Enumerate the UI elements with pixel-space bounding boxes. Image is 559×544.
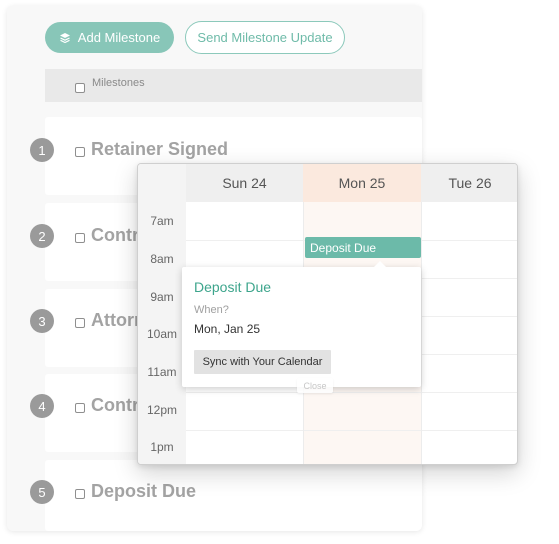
- close-popup-button[interactable]: Close: [297, 378, 333, 393]
- time-column: 7am 8am 9am 10am 11am 12pm 1pm: [138, 164, 186, 464]
- day-column-tue[interactable]: [421, 202, 517, 464]
- milestones-list-header: Milestones: [45, 69, 422, 102]
- layers-icon: [59, 32, 70, 43]
- day-header-tue[interactable]: Tue 26: [421, 164, 517, 202]
- send-milestone-update-button[interactable]: Send Milestone Update: [185, 21, 345, 54]
- add-milestone-label: Add Milestone: [77, 30, 161, 45]
- event-popup: Deposit Due When? Mon, Jan 25 Sync with …: [182, 261, 421, 387]
- milestones-header-label: Milestones: [92, 76, 145, 89]
- time-label: 9am: [150, 290, 174, 304]
- popup-date: Mon, Jan 25: [194, 322, 261, 336]
- time-label: 8am: [150, 252, 174, 266]
- milestone-number-badge: 4: [30, 394, 54, 418]
- popup-title: Deposit Due: [194, 279, 272, 295]
- time-label: 1pm: [150, 440, 174, 454]
- milestone-checkbox[interactable]: [75, 233, 85, 243]
- milestone-title: Contr: [91, 225, 139, 245]
- milestone-number-badge: 3: [30, 309, 54, 333]
- day-header-mon[interactable]: Mon 25: [303, 164, 421, 202]
- select-all-checkbox[interactable]: [75, 82, 85, 93]
- popup-when-label: When?: [194, 304, 229, 316]
- popup-arrow: [373, 261, 387, 268]
- milestone-number-badge: 5: [30, 480, 54, 504]
- time-label: 12pm: [146, 403, 178, 417]
- time-label: 7am: [150, 214, 174, 228]
- milestone-checkbox[interactable]: [75, 147, 85, 157]
- day-header-sun[interactable]: Sun 24: [186, 164, 303, 202]
- sync-calendar-button[interactable]: Sync with Your Calendar: [194, 350, 331, 374]
- calendar-event[interactable]: Deposit Due: [305, 237, 421, 258]
- milestone-checkbox[interactable]: [75, 403, 85, 413]
- time-label: 11am: [147, 365, 177, 379]
- milestone-title: Deposit Due: [91, 481, 197, 501]
- milestone-number-badge: 2: [30, 224, 54, 248]
- milestone-title: Retainer Signed: [91, 139, 229, 159]
- hour-divider: [186, 430, 517, 431]
- milestone-checkbox[interactable]: [75, 318, 85, 328]
- add-milestone-button[interactable]: Add Milestone: [45, 22, 174, 53]
- time-label: 10am: [146, 327, 178, 341]
- milestone-title: Contr: [91, 395, 139, 415]
- hour-divider: [186, 392, 517, 393]
- milestone-checkbox[interactable]: [75, 489, 85, 499]
- milestone-number-badge: 1: [30, 138, 54, 162]
- day-divider: [421, 164, 422, 464]
